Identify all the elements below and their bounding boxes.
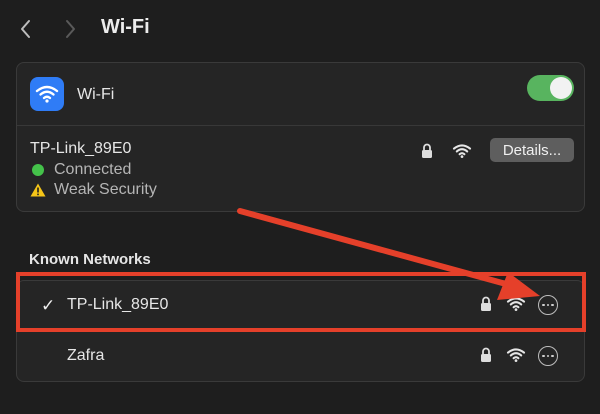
status-text: Connected [54,161,132,178]
known-networks-list: ✓ TP-Link_89E0 Zafra [16,280,585,382]
wifi-label: Wi-Fi [77,86,115,103]
ellipsis-dot [546,303,550,307]
connected-dot-icon [32,164,44,176]
ellipsis-dot [551,354,554,358]
divider [17,125,584,126]
wifi-toggle[interactable] [527,75,574,101]
ellipsis-dot [546,354,550,358]
network-name: TP-Link_89E0 [67,296,169,313]
lock-icon [481,296,491,311]
warning-icon [30,183,46,197]
back-button[interactable] [14,17,38,41]
more-options-button[interactable] [538,295,558,315]
wifi-icon [35,85,59,103]
wifi-app-icon [30,77,64,111]
security-text: Weak Security [54,181,157,198]
connection-status: Connected [30,161,131,179]
checkmark-icon: ✓ [41,296,56,315]
list-item[interactable]: ✓ TP-Link_89E0 [17,281,584,332]
ellipsis-dot [551,303,554,307]
chevron-left-icon [21,20,30,38]
wifi-signal-icon [506,348,526,362]
chevron-right-icon [66,20,75,38]
wifi-panel: Wi-Fi TP-Link_89E0 Connected Weak Securi… [16,62,585,212]
forward-button[interactable] [58,17,82,41]
ellipsis-icon [542,303,545,307]
wifi-signal-icon [506,297,526,311]
known-networks-title: Known Networks [29,251,151,268]
more-options-button[interactable] [538,346,558,366]
security-warning: Weak Security [30,181,157,199]
list-item[interactable]: Zafra [17,332,584,382]
details-button[interactable]: Details... [490,138,574,162]
ellipsis-icon [542,354,545,358]
network-name: Zafra [67,347,105,364]
current-network-name: TP-Link_89E0 [30,140,132,157]
lock-icon [422,143,432,158]
wifi-signal-icon [452,144,472,158]
toggle-knob [550,77,572,99]
page-title: Wi-Fi [101,16,150,38]
lock-icon [481,347,491,362]
